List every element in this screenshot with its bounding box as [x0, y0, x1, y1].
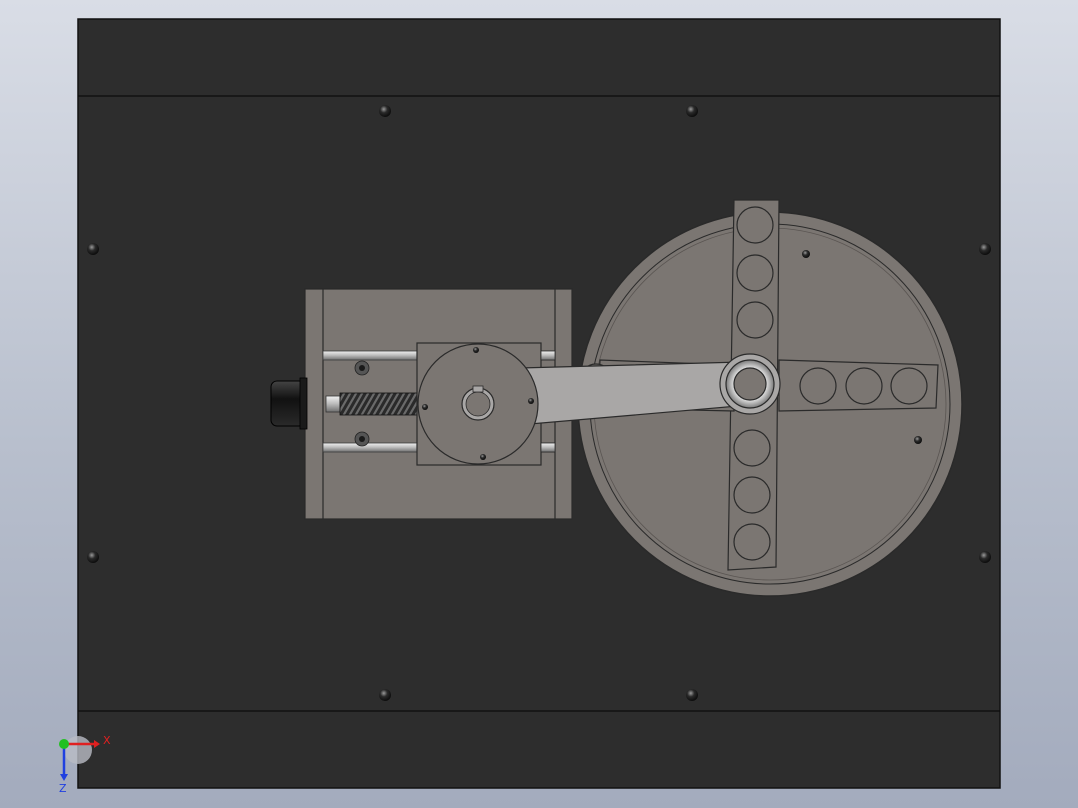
center-hub [719, 353, 781, 415]
carriage-rod-bushing [540, 350, 556, 361]
screw-top-left [379, 105, 391, 117]
y-axis-icon [59, 739, 69, 749]
crank-disk-screw [528, 398, 534, 404]
lead-screw [339, 392, 421, 416]
fixture-hole [890, 367, 928, 405]
z-axis-arrow-icon [60, 774, 68, 781]
crank-disk-screw [473, 347, 479, 353]
cad-viewport[interactable]: X Z [0, 0, 1078, 808]
crank-disk [417, 343, 539, 465]
crank-disk-bore-inner [465, 391, 491, 417]
screw-left-lower [87, 551, 99, 563]
table-screw [914, 436, 922, 444]
screw-left-upper [87, 243, 99, 255]
fixture-hole [733, 523, 771, 561]
crank-disk-screw [422, 404, 428, 410]
table-screw [802, 250, 810, 258]
rod-support-screw [359, 436, 365, 442]
fixture-hole [736, 254, 774, 292]
x-axis-label: X [103, 734, 111, 747]
screw-right-upper [979, 243, 991, 255]
screw-top-right [686, 105, 698, 117]
hub-bore [733, 367, 767, 401]
screw-bottom-left [379, 689, 391, 701]
z-axis-label: Z [59, 782, 67, 795]
fixture-hole [733, 429, 771, 467]
triad-origin-shadow [64, 736, 92, 764]
rod-support-screw [359, 365, 365, 371]
keyway [472, 385, 484, 393]
fixture-hole [799, 367, 837, 405]
fixture-hole [736, 206, 774, 244]
crank-disk-screw [480, 454, 486, 460]
fixture-hole [845, 367, 883, 405]
fixture-hole [736, 301, 774, 339]
screw-bottom-right [686, 689, 698, 701]
motor-shaft-coupling [325, 395, 341, 413]
fixture-hole [733, 476, 771, 514]
screw-right-lower [979, 551, 991, 563]
carriage-rod-bushing [540, 442, 556, 453]
